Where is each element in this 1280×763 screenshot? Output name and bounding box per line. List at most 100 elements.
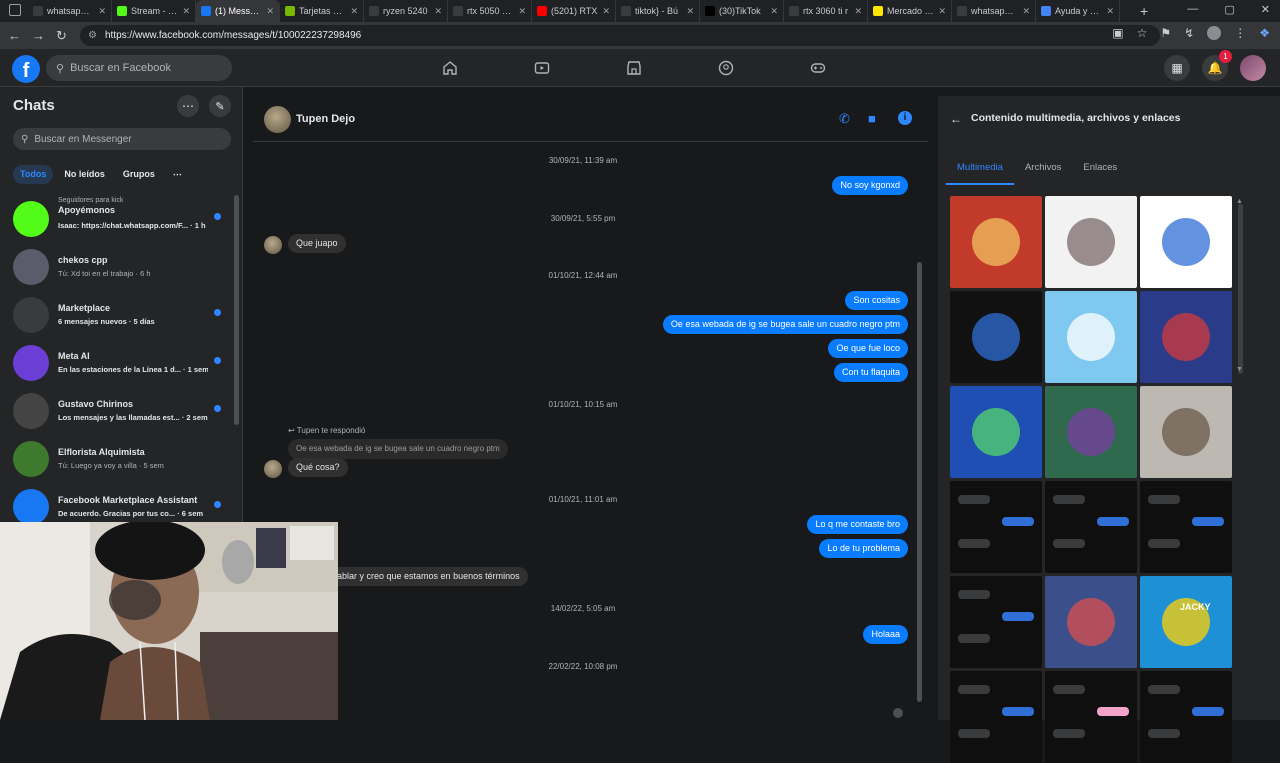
media-thumbnail[interactable] — [1045, 671, 1137, 763]
chat-list-item[interactable]: Elflorista Alquimista Tú: Luego ya voy a … — [0, 435, 236, 483]
downloads-icon[interactable]: ↯ — [1184, 26, 1194, 40]
forward-icon[interactable]: → — [32, 28, 45, 43]
media-thumbnail[interactable]: JACKY — [1140, 576, 1232, 668]
browser-tab[interactable]: Stream - Kic ✕ — [112, 0, 196, 22]
browser-tab[interactable]: whatsapp w ✕ — [952, 0, 1036, 22]
close-tab-icon[interactable]: ✕ — [182, 6, 190, 17]
chat-list-item[interactable]: Meta AI En las estaciones de la Línea 1 d… — [0, 339, 236, 387]
contact-name[interactable]: Tupen Dejo — [296, 113, 355, 125]
close-tab-icon[interactable]: ✕ — [602, 6, 610, 17]
message-bubble-outgoing[interactable]: Lo q me contaste bro — [807, 515, 908, 534]
chat-list-item[interactable]: Marketplace 6 mensajes nuevos · 5 días — [0, 291, 236, 339]
back-arrow-icon[interactable]: ← — [950, 112, 962, 126]
filter-more-icon[interactable]: ⋯ — [166, 165, 189, 184]
tab-links[interactable]: Enlaces — [1072, 160, 1128, 185]
browser-tab[interactable]: Mercado Lib ✕ — [868, 0, 952, 22]
install-app-icon[interactable]: ▣ — [1112, 26, 1123, 40]
message-bubble-outgoing[interactable]: Lo de tu problema — [819, 539, 908, 558]
browser-tab[interactable]: (5201) RTX ✕ — [532, 0, 616, 22]
conversation-scrollbar[interactable] — [917, 262, 922, 702]
new-tab-button[interactable]: + — [1140, 3, 1148, 19]
chat-list-item[interactable]: Seguidores para kick Apoyémonos Isaac: htt… — [0, 195, 236, 243]
menu-grid-icon[interactable]: ▦ — [1164, 55, 1190, 81]
video-call-icon[interactable]: ■ — [868, 111, 876, 126]
chat-list-item[interactable]: Gustavo Chirinos Los mensajes y las llama… — [0, 387, 236, 435]
close-tab-icon[interactable]: ✕ — [1022, 6, 1030, 17]
media-thumbnail[interactable] — [1045, 386, 1137, 478]
tab-files[interactable]: Archivos — [1014, 160, 1072, 185]
back-icon[interactable]: ← — [8, 28, 21, 43]
browser-tab[interactable]: ryzen 5240 ✕ — [364, 0, 448, 22]
browser-tab[interactable]: (30)TikTok ✕ — [700, 0, 784, 22]
media-thumbnail[interactable] — [1140, 671, 1232, 763]
notifications-bell-icon[interactable]: 🔔 1 — [1202, 50, 1232, 81]
filter-all[interactable]: Todos — [13, 165, 54, 184]
close-tab-icon[interactable]: ✕ — [434, 6, 442, 17]
media-thumbnail[interactable] — [1045, 576, 1137, 668]
message-bubble-incoming[interactable]: Qué cosa? — [288, 458, 348, 477]
reload-icon[interactable]: ↻ — [56, 28, 67, 44]
chat-list-scrollbar[interactable] — [234, 195, 239, 425]
contact-avatar[interactable] — [264, 106, 291, 133]
filter-groups[interactable]: Grupos — [116, 165, 162, 184]
facebook-logo-icon[interactable]: f — [12, 55, 40, 83]
close-tab-icon[interactable]: ✕ — [350, 6, 358, 17]
close-tab-icon[interactable]: ✕ — [518, 6, 526, 17]
media-thumbnail[interactable] — [1045, 481, 1137, 573]
tab-multimedia[interactable]: Multimedia — [946, 160, 1014, 185]
close-tab-icon[interactable]: ✕ — [98, 6, 106, 17]
gaming-icon[interactable] — [808, 59, 828, 77]
copilot-icon[interactable]: ❖ — [1259, 26, 1270, 40]
messenger-search-input[interactable]: ⚲ Buscar en Messenger — [13, 128, 231, 150]
browser-tab[interactable]: rtx 5050 8gb ✕ — [448, 0, 532, 22]
close-tab-icon[interactable]: ✕ — [1106, 6, 1114, 17]
media-thumbnail[interactable] — [950, 481, 1042, 573]
bookmark-star-icon[interactable]: ☆ — [1137, 26, 1148, 40]
conversation-info-icon[interactable]: i — [898, 111, 912, 125]
menu-dots-icon[interactable]: ⋮ — [1234, 26, 1246, 40]
filter-unread[interactable]: No leídos — [57, 165, 112, 184]
browser-tab[interactable]: Tarjetas Gráf ✕ — [280, 0, 364, 22]
marketplace-icon[interactable] — [624, 59, 644, 77]
minimize-icon[interactable]: — — [1187, 3, 1198, 16]
message-bubble-incoming[interactable]: ablar y creo que estamos en buenos térmi… — [329, 567, 528, 586]
browser-tab[interactable]: (1) Messeng ✕ — [196, 0, 280, 22]
media-thumbnail[interactable] — [1140, 196, 1232, 288]
facebook-search-input[interactable]: ⚲ Buscar en Facebook — [46, 55, 232, 81]
message-bubble-outgoing[interactable]: No soy kgonxd — [832, 176, 908, 195]
media-thumbnail[interactable] — [1140, 481, 1232, 573]
message-bubble-incoming[interactable]: Que juapo — [288, 234, 346, 253]
message-bubble-outgoing[interactable]: Holaaa — [863, 625, 908, 644]
close-tab-icon[interactable]: ✕ — [938, 6, 946, 17]
media-thumbnail[interactable] — [950, 386, 1042, 478]
account-avatar[interactable] — [1240, 55, 1266, 81]
browser-tab[interactable]: Ayuda y apr ✕ — [1036, 0, 1120, 22]
scroll-down-icon[interactable]: ▼ — [1236, 366, 1243, 373]
address-bar[interactable]: ⚙ https://www.facebook.com/messages/t/10… — [80, 25, 1160, 46]
chat-list-item[interactable]: chekos cpp Tú: Xd toi en el trabajo · 6 h — [0, 243, 236, 291]
audio-call-icon[interactable]: ✆ — [839, 111, 850, 127]
profile-avatar[interactable] — [1207, 26, 1222, 40]
more-options-icon[interactable]: ⋯ — [177, 95, 199, 117]
media-thumbnail[interactable] — [1140, 291, 1232, 383]
media-thumbnail[interactable] — [950, 196, 1042, 288]
browser-tab[interactable]: tiktok} - Bú ✕ — [616, 0, 700, 22]
media-thumbnail[interactable] — [950, 671, 1042, 763]
close-tab-icon[interactable]: ✕ — [854, 6, 862, 17]
video-icon[interactable] — [532, 59, 552, 77]
media-thumbnail[interactable] — [950, 576, 1042, 668]
extensions-icon[interactable]: ⚑ — [1160, 26, 1171, 40]
media-thumbnail[interactable] — [1045, 291, 1137, 383]
site-info-icon[interactable]: ⚙ — [88, 30, 97, 41]
browser-tab[interactable]: whatsapp w ✕ — [28, 0, 112, 22]
close-icon[interactable]: ✕ — [1261, 3, 1270, 16]
home-icon[interactable] — [440, 59, 460, 77]
quoted-message[interactable]: Oe esa webada de ig se bugea sale un cua… — [288, 439, 508, 459]
media-thumbnail[interactable] — [1045, 196, 1137, 288]
close-tab-icon[interactable]: ✕ — [686, 6, 694, 17]
media-scrollbar[interactable] — [1238, 204, 1243, 374]
tab-search-icon[interactable] — [9, 4, 21, 16]
message-bubble-outgoing[interactable]: Son cositas — [845, 291, 908, 310]
message-bubble-outgoing[interactable]: Oe esa webada de ig se bugea sale un cua… — [662, 315, 908, 334]
message-bubble-outgoing[interactable]: Oe que fue loco — [828, 339, 908, 358]
